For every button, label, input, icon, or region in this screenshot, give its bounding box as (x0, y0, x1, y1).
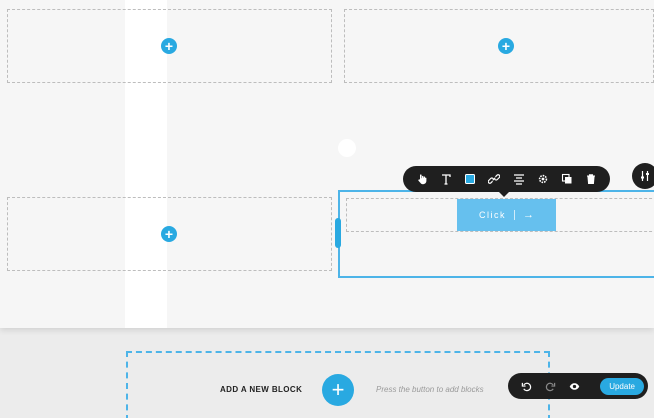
editor-action-bar: Update (508, 373, 648, 399)
undo-icon (521, 382, 531, 391)
align-icon[interactable] (510, 170, 528, 188)
cta-button[interactable]: Click → (457, 199, 556, 231)
sliders-icon (641, 171, 649, 181)
page-canvas: + + + Click → (0, 0, 654, 328)
settings-icon[interactable] (534, 170, 552, 188)
delete-icon[interactable] (582, 170, 600, 188)
color-icon[interactable] (461, 170, 479, 188)
redo-button[interactable] (538, 376, 562, 396)
add-element-button[interactable]: + (498, 38, 514, 54)
text-icon[interactable] (437, 170, 455, 188)
add-element-button[interactable]: + (161, 38, 177, 54)
cta-button-label: Click (479, 210, 506, 220)
duplicate-icon[interactable] (558, 170, 576, 188)
hand-icon[interactable] (413, 170, 431, 188)
arrow-right-icon: → (523, 209, 534, 221)
add-block-hint: Press the button to add blocks (376, 385, 484, 394)
update-button[interactable]: Update (600, 377, 644, 395)
undo-button[interactable] (514, 376, 538, 396)
preview-button[interactable] (562, 376, 586, 396)
element-toolbar (403, 166, 610, 197)
column-resize-handle[interactable] (335, 218, 341, 248)
redo-icon (545, 382, 555, 391)
link-icon[interactable] (485, 170, 503, 188)
add-block-button[interactable]: + (322, 374, 354, 406)
add-block-title: ADD A NEW BLOCK (220, 385, 303, 394)
cta-separator (514, 210, 515, 220)
add-element-button[interactable]: + (161, 226, 177, 242)
style-settings-button[interactable] (632, 163, 654, 189)
drag-cursor-indicator (338, 139, 356, 157)
eye-icon (569, 382, 579, 390)
